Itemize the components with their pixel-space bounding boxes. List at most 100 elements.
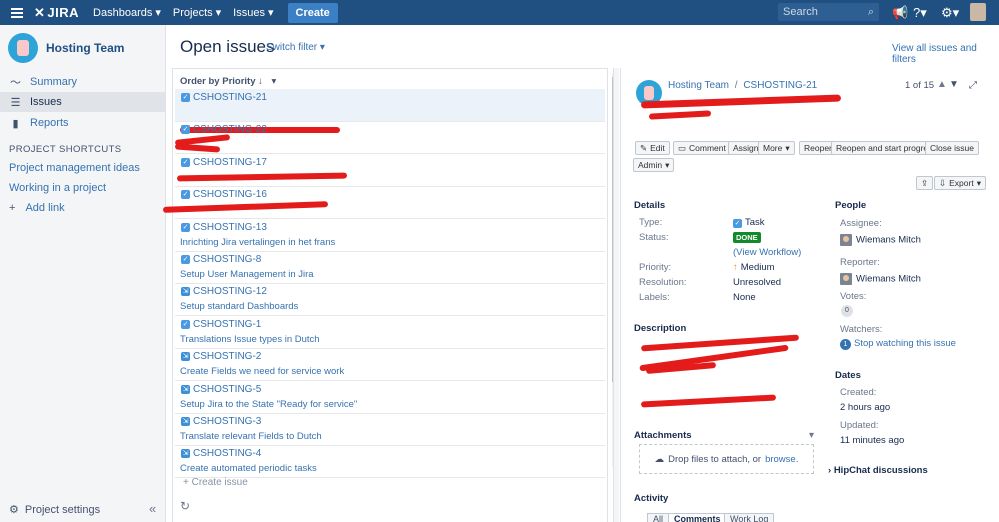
- project-avatar: [8, 33, 38, 63]
- nav-issues[interactable]: Issues ▾: [233, 6, 274, 20]
- issue-row[interactable]: ✓ CSHOSTING-16: [162, 186, 605, 220]
- help-icon[interactable]: ?▾: [913, 5, 927, 21]
- user-avatar[interactable]: [970, 3, 986, 21]
- issue-key: CSHOSTING-3: [193, 416, 262, 427]
- breadcrumb-project[interactable]: Hosting Team: [668, 80, 729, 91]
- panel-resize-handle[interactable]: [613, 68, 619, 522]
- issue-row[interactable]: ✓ CSHOSTING-8 Setup User Management in Jir…: [175, 251, 605, 284]
- switch-filter-dropdown[interactable]: Switch filter ▾: [266, 42, 325, 53]
- issue-row[interactable]: ✓ CSHOSTING-13 Inrichting Jira vertalingen…: [175, 219, 605, 252]
- issue-key: CSHOSTING-1: [193, 318, 262, 330]
- redacted-summary: [162, 201, 329, 214]
- upload-cloud-icon: ☁: [654, 453, 665, 465]
- issue-row[interactable]: ✓ CSHOSTING-17: [175, 154, 605, 187]
- create-button[interactable]: Create: [287, 2, 338, 23]
- priority: ↑ Medium: [733, 262, 775, 273]
- browse-link[interactable]: browse.: [765, 454, 798, 465]
- chevron-down-icon: ▾: [267, 7, 274, 19]
- add-link[interactable]: + Add link: [9, 202, 65, 214]
- tab-work-log[interactable]: Work Log: [724, 513, 775, 522]
- search-input[interactable]: Search ⌕: [778, 3, 879, 21]
- issue-row[interactable]: ⇲ CSHOSTING-4 Create automated periodic ta…: [175, 445, 605, 479]
- hipchat-discussions-toggle[interactable]: › HipChat discussions: [828, 465, 928, 476]
- stop-watching-link[interactable]: 1 Stop watching this issue: [840, 338, 956, 350]
- issue-key: CSHOSTING-4: [193, 448, 262, 460]
- project-settings-link[interactable]: ⚙ Project settings: [9, 503, 100, 517]
- chevron-down-icon: ▾: [319, 42, 325, 53]
- tab-all[interactable]: All: [647, 513, 670, 522]
- notifications-icon[interactable]: 📢: [892, 5, 908, 21]
- created-date: 2 hours ago: [840, 402, 891, 413]
- dates-heading: Dates: [835, 370, 861, 381]
- task-icon: ✓: [181, 93, 190, 102]
- issue-row[interactable]: ✓ CSHOSTING-21: [175, 89, 605, 133]
- sidebar-item-reports[interactable]: ▮ Reports: [0, 113, 165, 133]
- admin-button[interactable]: Admin ▾: [633, 158, 675, 172]
- issue-row[interactable]: ⇲ CSHOSTING-12 Setup standard Dashboards: [175, 283, 605, 317]
- issue-key: CSHOSTING-21: [193, 92, 267, 103]
- previous-issue-icon[interactable]: ▲: [937, 79, 947, 90]
- issue-summary: Create Fields we need for service work: [180, 366, 345, 378]
- activity-heading: Activity: [634, 493, 669, 504]
- nav-dashboards[interactable]: Dashboards ▾: [93, 6, 161, 20]
- issue-summary: Setup standard Dashboards: [180, 301, 299, 313]
- chevron-right-icon: ›: [828, 465, 832, 476]
- arrow-down-icon: ↓: [258, 76, 263, 87]
- sidebar-item-summary[interactable]: 〜 Summary: [0, 72, 165, 92]
- chevron-down-icon: ▾: [155, 7, 161, 19]
- redacted-title: [640, 94, 842, 109]
- breadcrumb-issue-key[interactable]: CSHOSTING-21: [743, 80, 817, 91]
- issue-row[interactable]: ✓ CSHOSTING-22: [174, 121, 605, 155]
- view-all-issues-link[interactable]: View all issues and filters: [892, 43, 999, 65]
- close-issue-button[interactable]: Close issue: [925, 141, 979, 155]
- task-icon: ✓: [181, 222, 190, 232]
- reporter[interactable]: Wiemans Mitch: [840, 273, 921, 285]
- issue-row[interactable]: ⇲ CSHOSTING-2 Create Fields we need for se…: [175, 348, 605, 382]
- collapse-sidebar-icon[interactable]: «: [149, 501, 156, 516]
- resolution: Unresolved: [733, 277, 782, 288]
- gear-icon[interactable]: ⚙▾: [941, 5, 959, 21]
- shortcut-working-in-a-project[interactable]: Working in a project: [9, 182, 106, 194]
- task-icon: ✓: [733, 219, 742, 228]
- labels: None: [733, 292, 756, 303]
- order-by-dropdown[interactable]: Order by Priority ↓ ▾: [180, 76, 276, 87]
- comment-button[interactable]: ▭ Comment: [673, 141, 731, 155]
- tab-comments[interactable]: Comments: [668, 513, 727, 522]
- issue-summary: Setup Jira to the State "Ready for servi…: [180, 398, 358, 410]
- app-switcher-icon[interactable]: [0, 7, 34, 18]
- breadcrumb: Hosting Team / CSHOSTING-21: [668, 80, 818, 91]
- assignee[interactable]: Wiemans Mitch: [840, 234, 921, 246]
- issue-key: CSHOSTING-2: [193, 351, 262, 363]
- issues-icon: ☰: [10, 96, 21, 109]
- edit-button[interactable]: ✎ Edit: [635, 141, 670, 155]
- search-icon: ⌕: [867, 5, 874, 18]
- create-issue-link[interactable]: + Create issue: [183, 477, 248, 488]
- shortcut-project-management-ideas[interactable]: Project management ideas: [9, 162, 140, 174]
- gear-icon: ⚙: [9, 504, 19, 516]
- view-workflow-link[interactable]: (View Workflow): [733, 247, 801, 258]
- page-title: Open issues: [180, 37, 275, 56]
- jira-logo[interactable]: ✕ JIRA: [34, 5, 79, 21]
- next-issue-icon[interactable]: ▼: [949, 79, 959, 90]
- subtask-icon: ⇲: [181, 352, 190, 362]
- description-heading: Description: [634, 323, 687, 334]
- task-icon: ✓: [181, 125, 190, 135]
- nav-projects[interactable]: Projects ▾: [173, 6, 221, 20]
- expand-icon[interactable]: ⤢: [969, 80, 977, 91]
- issue-row[interactable]: ⇲ CSHOSTING-3 Translate relevant Fields to…: [175, 413, 605, 446]
- refresh-icon[interactable]: ↻: [180, 499, 190, 513]
- issue-key: CSHOSTING-17: [193, 156, 267, 168]
- chevron-down-icon: ▾: [976, 177, 981, 188]
- subtask-icon: ⇲: [181, 384, 190, 394]
- votes-count[interactable]: 0: [841, 305, 853, 317]
- attachment-dropzone[interactable]: ☁ Drop files to attach, or browse.: [639, 444, 814, 474]
- share-icon: ⇪: [921, 177, 929, 188]
- project-header[interactable]: Hosting Team: [8, 33, 124, 63]
- sidebar-item-issues[interactable]: ☰ Issues: [0, 92, 165, 112]
- issue-row[interactable]: ⇲ CSHOSTING-5 Setup Jira to the State "Rea…: [175, 381, 605, 414]
- more-button[interactable]: More ▾: [758, 141, 795, 155]
- issue-row[interactable]: ✓ CSHOSTING-1 Translations Issue types in …: [175, 316, 605, 349]
- attachments-menu-icon[interactable]: ▾: [809, 430, 814, 441]
- export-button[interactable]: ⇩ Export ▾: [934, 176, 986, 190]
- share-button[interactable]: ⇪: [916, 176, 934, 190]
